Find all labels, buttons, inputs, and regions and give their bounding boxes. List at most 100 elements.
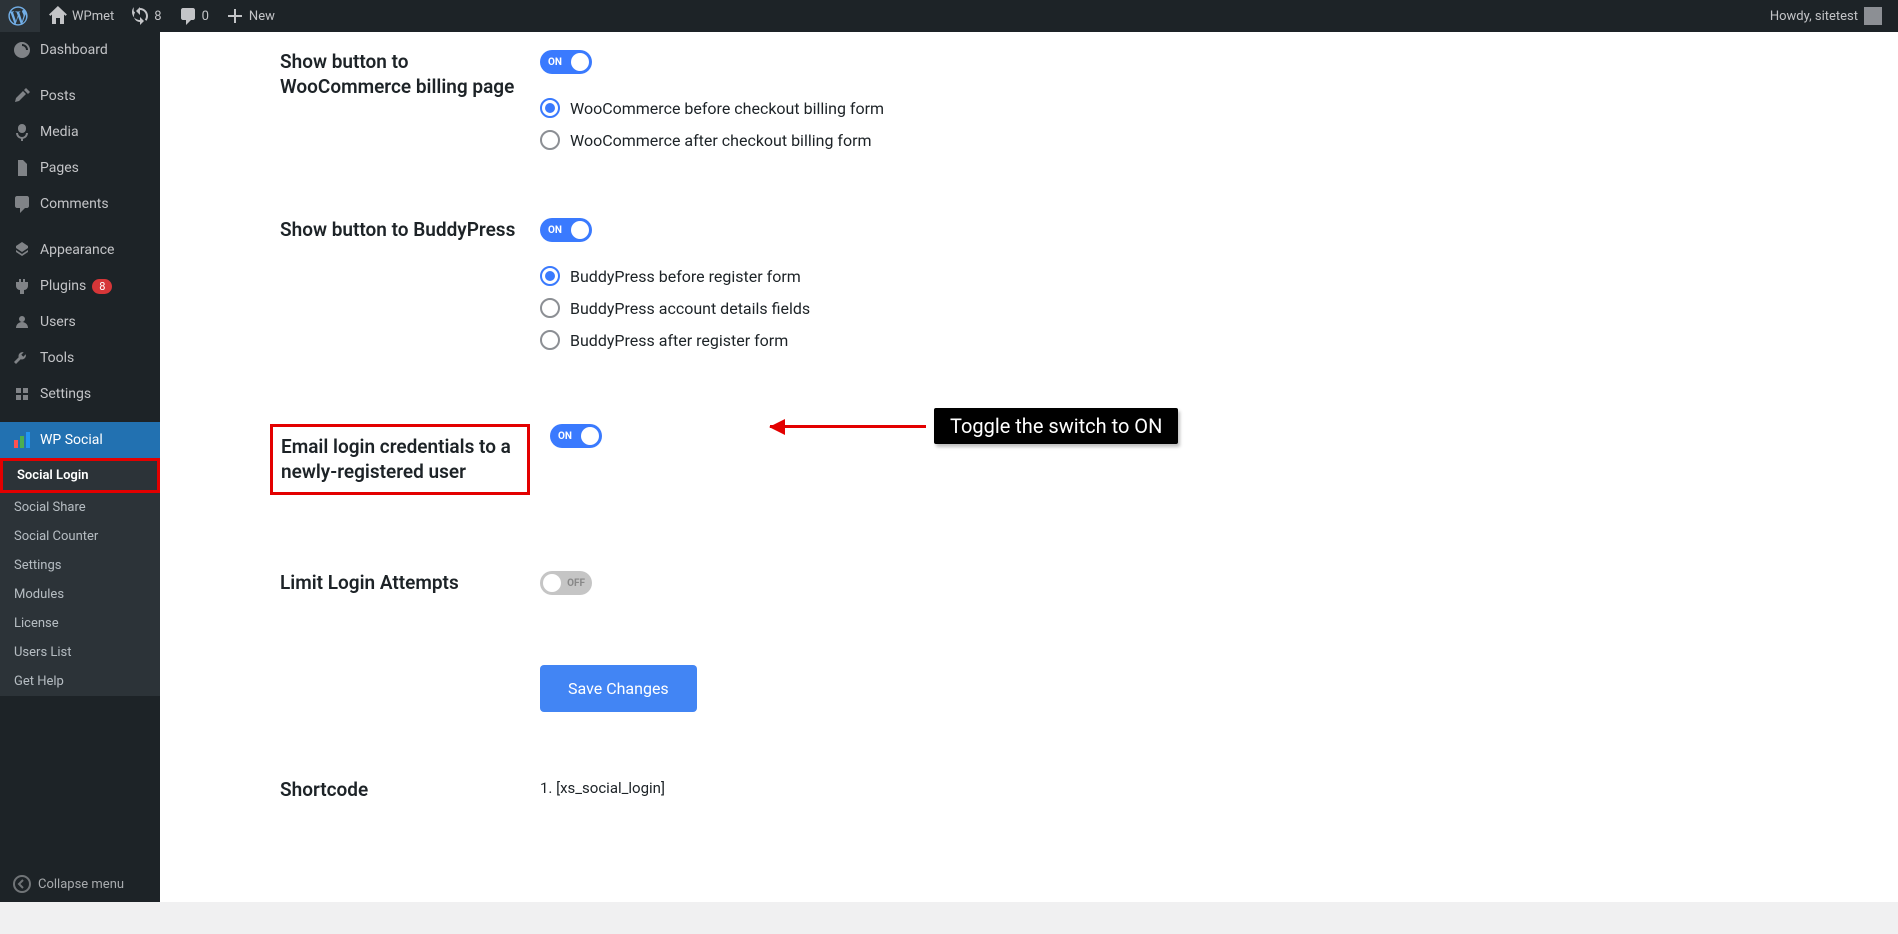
annotation-text: Toggle the switch to ON (934, 408, 1178, 444)
sidebar-item-appearance[interactable]: Appearance (0, 232, 160, 268)
pages-icon (12, 158, 32, 178)
submenu-social-login[interactable]: Social Login (0, 458, 160, 493)
setting-woo-billing: Show button to WooCommerce billing page … (280, 32, 1858, 180)
woo-billing-before-radio[interactable]: WooCommerce before checkout billing form (540, 98, 1858, 118)
tools-icon (12, 348, 32, 368)
sidebar-item-posts[interactable]: Posts (0, 78, 160, 114)
wp-logo-menu[interactable] (0, 0, 40, 32)
account-menu[interactable]: Howdy, sitetest (1762, 0, 1890, 32)
woo-billing-after-radio[interactable]: WooCommerce after checkout billing form (540, 130, 1858, 150)
sidebar-item-users[interactable]: Users (0, 304, 160, 340)
sidebar-item-label: Appearance (40, 242, 114, 258)
sidebar-item-label: Plugins (40, 278, 86, 294)
updates-count: 8 (154, 9, 161, 24)
media-icon (12, 122, 32, 142)
setting-label: Show button to WooCommerce billing page (280, 50, 540, 162)
setting-email-credentials: Email login credentials to a newly-regis… (280, 406, 1858, 513)
sidebar-item-media[interactable]: Media (0, 114, 160, 150)
submenu-social-share[interactable]: Social Share (0, 493, 160, 522)
sidebar-item-label: WP Social (40, 432, 103, 448)
admin-sidebar: Dashboard Posts Media Pages Comments App… (0, 32, 160, 902)
setting-label: Shortcode (280, 778, 540, 803)
sidebar-item-wp-social[interactable]: WP Social (0, 422, 160, 458)
toggle-off-text: OFF (567, 578, 585, 589)
wp-social-icon (12, 430, 32, 450)
radio-icon (540, 298, 560, 318)
sidebar-item-label: Media (40, 124, 79, 140)
radio-label: BuddyPress before register form (570, 267, 801, 286)
collapse-icon (12, 874, 32, 894)
comments-menu[interactable]: 0 (170, 0, 217, 32)
wordpress-icon (8, 6, 28, 26)
avatar (1864, 7, 1882, 25)
setting-label: Show button to BuddyPress (280, 218, 540, 362)
annotation-callout: Toggle the switch to ON (770, 408, 1178, 444)
admin-bar: WPmet 8 0 New Howdy, sitetest (0, 0, 1898, 32)
dashboard-icon (12, 40, 32, 60)
sidebar-item-label: Comments (40, 196, 109, 212)
updates-menu[interactable]: 8 (122, 0, 169, 32)
users-icon (12, 312, 32, 332)
appearance-icon (12, 240, 32, 260)
submenu-settings[interactable]: Settings (0, 551, 160, 580)
sidebar-item-label: Users (40, 314, 76, 330)
setting-label: Email login credentials to a newly-regis… (270, 424, 530, 495)
plugins-icon (12, 276, 32, 296)
toggle-on-text: ON (558, 431, 572, 442)
collapse-menu[interactable]: Collapse menu (0, 866, 160, 902)
woo-billing-toggle[interactable]: ON (540, 50, 592, 74)
sidebar-item-label: Pages (40, 160, 79, 176)
limit-login-toggle[interactable]: OFF (540, 571, 592, 595)
plus-icon (225, 6, 245, 26)
radio-label: BuddyPress account details fields (570, 299, 810, 318)
comment-icon (12, 194, 32, 214)
submenu-social-counter[interactable]: Social Counter (0, 522, 160, 551)
plugins-update-badge: 8 (92, 279, 112, 294)
home-icon (48, 6, 68, 26)
site-name-menu[interactable]: WPmet (40, 0, 122, 32)
buddypress-toggle[interactable]: ON (540, 218, 592, 242)
sidebar-item-plugins[interactable]: Plugins 8 (0, 268, 160, 304)
sidebar-item-settings[interactable]: Settings (0, 376, 160, 412)
radio-label: BuddyPress after register form (570, 331, 788, 350)
sidebar-item-tools[interactable]: Tools (0, 340, 160, 376)
save-changes-button[interactable]: Save Changes (540, 665, 697, 712)
pushpin-icon (12, 86, 32, 106)
buddypress-after-radio[interactable]: BuddyPress after register form (540, 330, 1858, 350)
sidebar-item-label: Settings (40, 386, 91, 402)
sidebar-item-dashboard[interactable]: Dashboard (0, 32, 160, 68)
sidebar-item-comments[interactable]: Comments (0, 186, 160, 222)
submenu-get-help[interactable]: Get Help (0, 667, 160, 696)
setting-buddypress: Show button to BuddyPress ON BuddyPress … (280, 200, 1858, 380)
new-content-menu[interactable]: New (217, 0, 283, 32)
arrow-icon (770, 425, 926, 428)
main-content: Show button to WooCommerce billing page … (160, 32, 1898, 902)
new-label: New (249, 9, 275, 24)
submenu-modules[interactable]: Modules (0, 580, 160, 609)
collapse-label: Collapse menu (38, 877, 124, 892)
radio-label: WooCommerce before checkout billing form (570, 99, 884, 118)
radio-icon (540, 98, 560, 118)
sidebar-item-label: Posts (40, 88, 76, 104)
toggle-knob (571, 53, 589, 71)
wp-social-submenu: Social Login Social Share Social Counter… (0, 458, 160, 696)
toggle-knob (571, 221, 589, 239)
setting-label: Limit Login Attempts (280, 571, 540, 599)
setting-shortcode: Shortcode 1. [xs_social_login] (280, 760, 1858, 821)
buddypress-before-radio[interactable]: BuddyPress before register form (540, 266, 1858, 286)
sidebar-item-label: Tools (40, 350, 74, 366)
toggle-knob (581, 427, 599, 445)
radio-icon (540, 266, 560, 286)
submenu-license[interactable]: License (0, 609, 160, 638)
updates-icon (130, 6, 150, 26)
sidebar-item-pages[interactable]: Pages (0, 150, 160, 186)
radio-icon (540, 330, 560, 350)
comments-icon (178, 6, 198, 26)
comments-count: 0 (202, 9, 209, 24)
toggle-on-text: ON (548, 57, 562, 68)
buddypress-account-radio[interactable]: BuddyPress account details fields (540, 298, 1858, 318)
toggle-on-text: ON (548, 225, 562, 236)
email-creds-toggle[interactable]: ON (550, 424, 602, 448)
settings-icon (12, 384, 32, 404)
submenu-users-list[interactable]: Users List (0, 638, 160, 667)
